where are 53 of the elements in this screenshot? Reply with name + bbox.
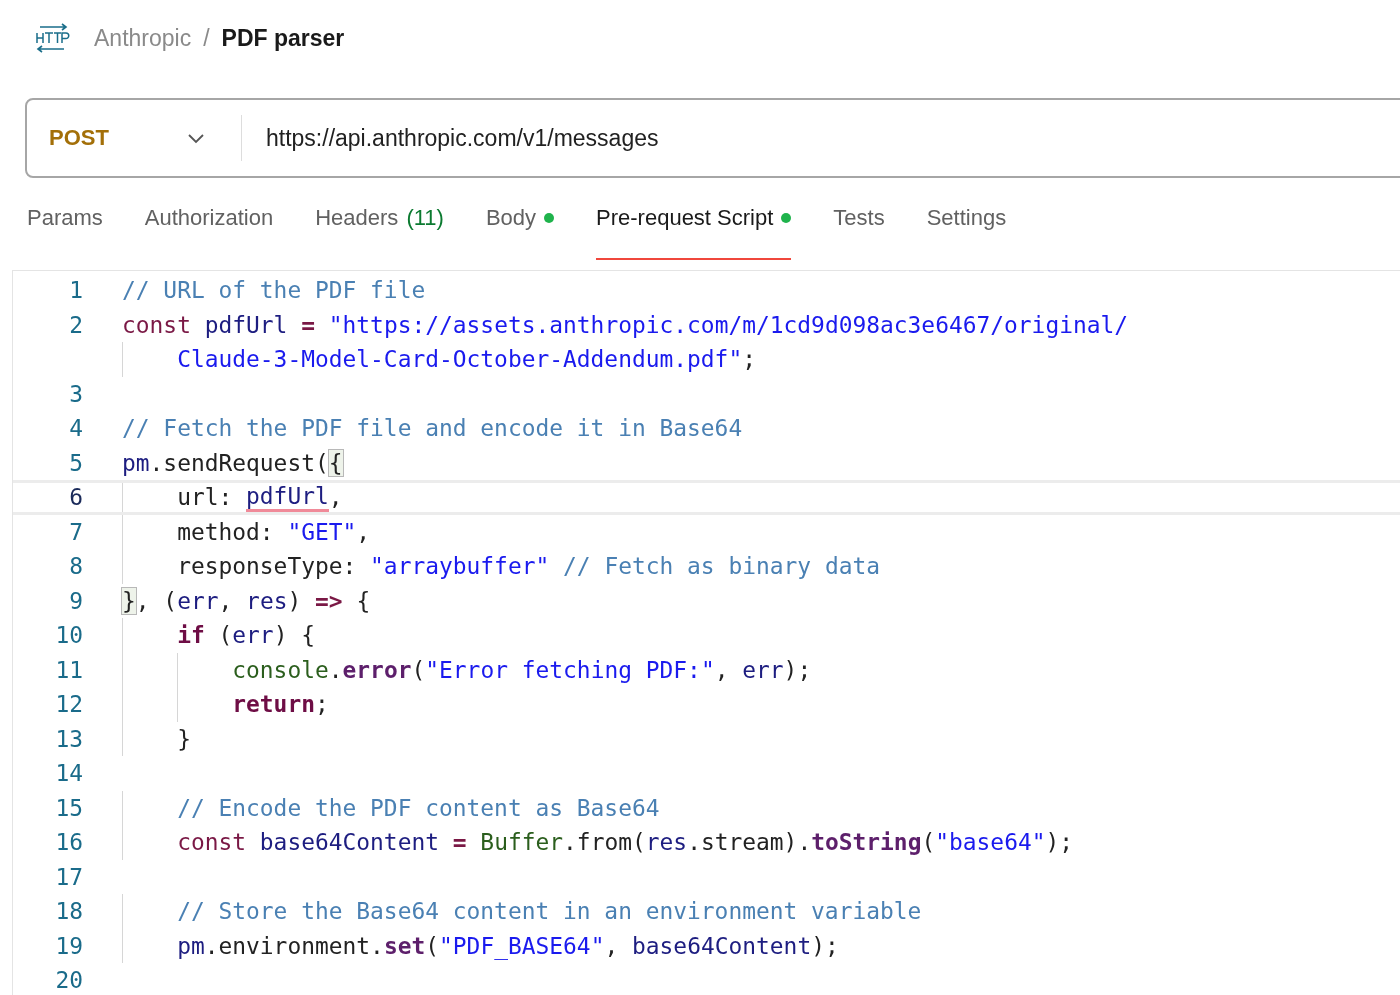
request-name: PDF parser bbox=[221, 24, 345, 52]
code-line: }, (err, res) => { bbox=[122, 586, 371, 616]
line-number: 17 bbox=[54, 863, 83, 890]
line-number: 9 bbox=[68, 587, 83, 614]
code-line: return; bbox=[122, 687, 329, 722]
code-line: if (err) { bbox=[122, 618, 315, 653]
request-tab[interactable]: Tests bbox=[833, 178, 885, 260]
code-editor[interactable] bbox=[12, 270, 1400, 995]
code-line: const pdfUrl = "https://assets.anthropic.com/m/1cd9d098ac3e6467/original/ bbox=[122, 310, 1129, 340]
request-tab[interactable]: Pre-request Script bbox=[596, 178, 792, 260]
line-number: 7 bbox=[68, 518, 83, 545]
request-tab[interactable]: Authorization bbox=[144, 178, 274, 260]
line-number: 1 bbox=[68, 277, 83, 304]
workspace-link[interactable]: Anthropic bbox=[94, 24, 192, 52]
http-icon bbox=[34, 23, 70, 53]
tab-count: (11) bbox=[406, 205, 444, 231]
code-line: pm.sendRequest({ bbox=[122, 448, 343, 478]
line-number: 15 bbox=[54, 794, 83, 821]
line-number: 10 bbox=[54, 622, 83, 649]
chevron-down-icon bbox=[187, 132, 205, 144]
code-line: url: pdfUrl, bbox=[122, 483, 343, 512]
line-number: 4 bbox=[68, 415, 83, 442]
request-tab[interactable]: Settings bbox=[926, 178, 1007, 260]
line-number: 8 bbox=[68, 553, 83, 580]
url-input[interactable]: https://api.anthropic.com/v1/messages bbox=[266, 124, 659, 152]
line-number: 13 bbox=[54, 725, 83, 752]
line-number: 11 bbox=[54, 656, 83, 683]
line-number: 19 bbox=[54, 932, 83, 959]
request-tab[interactable]: Headers (11) bbox=[315, 178, 444, 260]
line-number: 3 bbox=[68, 380, 83, 407]
code-line: const base64Content = Buffer.from(res.stream).toString("base64"); bbox=[122, 825, 1074, 860]
code-line: console.error("Error fetching PDF:", err); bbox=[122, 652, 812, 687]
line-number: 14 bbox=[54, 760, 83, 787]
request-tab[interactable]: Params bbox=[27, 178, 103, 260]
line-number: 6 bbox=[68, 484, 83, 511]
line-number: 5 bbox=[68, 449, 83, 476]
code-line: responseType: "arraybuffer" // Fetch as binary data bbox=[122, 549, 880, 584]
request-tab[interactable]: Body bbox=[485, 178, 555, 260]
code-line: pm.environment.set("PDF_BASE64", base64Content); bbox=[122, 928, 839, 963]
code-line: method: "GET", bbox=[122, 514, 371, 549]
line-number: 18 bbox=[54, 898, 83, 925]
code-line: } bbox=[122, 721, 191, 756]
code-line: // Encode the PDF content as Base64 bbox=[122, 790, 660, 825]
code-line: // URL of the PDF file bbox=[122, 276, 426, 306]
method-dropdown[interactable]: POST bbox=[27, 113, 217, 163]
code-line: // Fetch the PDF file and encode it in Base64 bbox=[122, 414, 743, 444]
line-number: 16 bbox=[54, 829, 83, 856]
line-number: 20 bbox=[54, 967, 83, 994]
breadcrumb-separator: / bbox=[203, 24, 210, 52]
line-number: 2 bbox=[68, 311, 83, 338]
line-number: 12 bbox=[54, 691, 83, 718]
code-line: // Store the Base64 content in an environment variable bbox=[122, 894, 922, 929]
code-line: Claude-3-Model-Card-October-Addendum.pdf"; bbox=[122, 342, 756, 377]
